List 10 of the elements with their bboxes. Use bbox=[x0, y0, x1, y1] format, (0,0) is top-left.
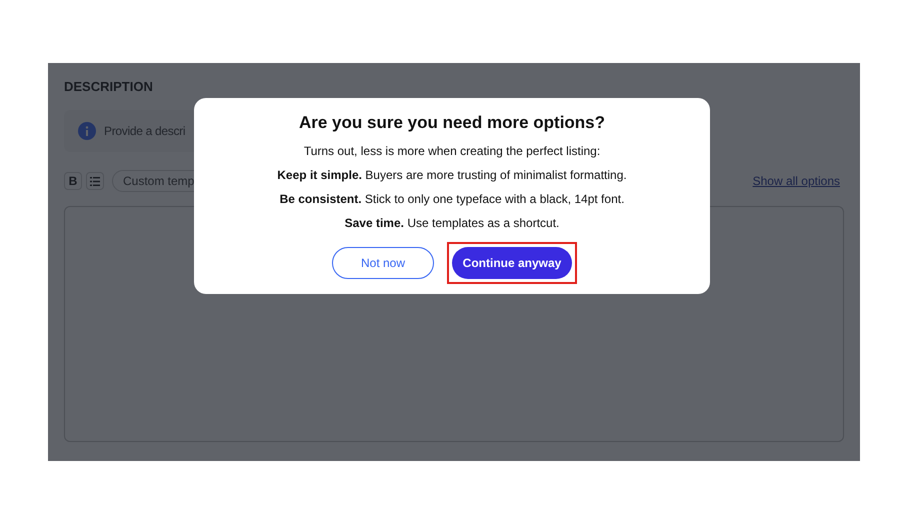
dialog-paragraph: Keep it simple. Buyers are more trusting of minimalist formatting. bbox=[277, 168, 627, 183]
section-title: DESCRIPTION bbox=[64, 79, 154, 95]
dialog-paragraph: Turns out, less is more when creating the perfect listing: bbox=[304, 144, 600, 159]
show-all-options-link[interactable]: Show all options bbox=[752, 172, 840, 190]
dialog-paragraph: Save time. Use templates as a shortcut. bbox=[344, 216, 560, 231]
dialog-title: Are you sure you need more options? bbox=[298, 112, 606, 134]
info-text: Provide a descri bbox=[104, 123, 186, 140]
continue-button[interactable]: Continue anyway bbox=[452, 247, 572, 279]
cancel-button[interactable]: Not now bbox=[332, 247, 434, 279]
dialog-paragraph: Be consistent. Stick to only one typeface with a black, 14pt font. bbox=[280, 192, 624, 207]
